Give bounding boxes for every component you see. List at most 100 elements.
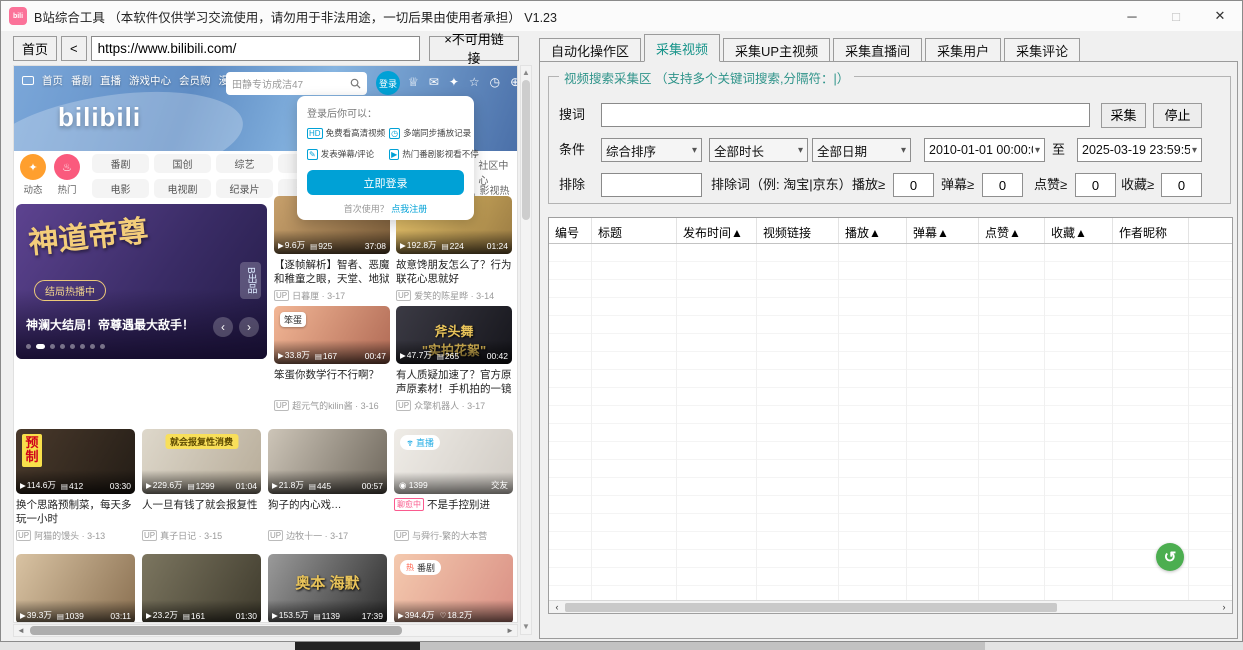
video-card[interactable]: ▶21.8万▤44500:57 狗子的内心戏… UP边牧十一 · 3-17 (268, 429, 387, 542)
col-extra[interactable] (1189, 218, 1233, 243)
creator-icon[interactable]: ⊕ (510, 75, 518, 89)
favorites-icon[interactable]: ☆ (469, 75, 480, 89)
tab-collect-comments[interactable]: 采集评论 (1004, 38, 1080, 62)
bilibili-logo[interactable]: bilibili (58, 102, 141, 133)
thumbnail-overlay-text: 奥本 海默 (268, 572, 387, 593)
invalid-link-button[interactable]: ×不可用链接 (429, 36, 519, 61)
sort-order-select[interactable]: 综合排序▾ (601, 138, 702, 162)
col-plays[interactable]: 播放▲ (839, 218, 907, 243)
table-horizontal-scrollbar[interactable]: ‹ › (549, 600, 1232, 613)
results-table: 编号 标题 发布时间▲ 视频链接 播放▲ 弹幕▲ 点赞▲ 收藏▲ 作者昵称 (548, 217, 1233, 614)
nav-game-center[interactable]: 游戏中心 (129, 73, 171, 88)
play-threshold-input[interactable] (893, 173, 934, 197)
tab-automation[interactable]: 自动化操作区 (539, 38, 641, 62)
tab-collect-up-videos[interactable]: 采集UP主视频 (723, 38, 830, 62)
nav-vip-shop[interactable]: 会员购 (179, 73, 211, 88)
col-index[interactable]: 编号 (549, 218, 592, 243)
scroll-up-arrow[interactable]: ▲ (521, 67, 531, 79)
video-card[interactable]: 预制 ▶114.6万▤41203:30 换个思路预制菜，每天多玩一小时 UP阿猫… (16, 429, 135, 542)
play-threshold-label: 播放≥ (852, 173, 885, 197)
play-count-icon: ▶ (278, 241, 284, 250)
keyword-input[interactable] (601, 103, 1090, 127)
carousel-next-button[interactable]: › (239, 317, 259, 337)
video-card[interactable]: 奥本 海默 ▶153.5万▤113917:39 (268, 554, 387, 623)
horizontal-scroll-thumb[interactable] (565, 603, 1057, 612)
maximize-button[interactable]: □ (1154, 1, 1198, 31)
video-uploader: UP超元气的kilin酱 · 3-16 (274, 399, 390, 412)
video-card[interactable]: 就会报复性消费 ▶229.6万▤129901:04 人一旦有钱了就会报复性消费 … (142, 429, 261, 542)
video-title: 换个思路预制菜，每天多玩一小时 (16, 498, 135, 526)
nav-live[interactable]: 直播 (100, 73, 121, 88)
nav-bangumi[interactable]: 番剧 (71, 73, 92, 88)
horizontal-scroll-thumb[interactable] (30, 626, 402, 635)
scroll-down-arrow[interactable]: ▼ (521, 621, 531, 633)
vip-icon[interactable]: ♕ (408, 75, 419, 89)
video-card[interactable]: 热番剧 ▶394.4万♡18.2万 (394, 554, 513, 623)
dynamic-icon[interactable]: ✦ (449, 75, 459, 89)
category-pill[interactable]: 番剧 (92, 154, 149, 173)
col-title[interactable]: 标题 (592, 218, 677, 243)
video-card[interactable]: ▶23.2万▤16101:30 (142, 554, 261, 623)
carousel-banner[interactable]: 神道帝尊 结局热播中 B出品 神澜大结局！帝尊遇最大敌手！ ‹ › (16, 204, 267, 359)
date-range-select[interactable]: 全部日期▾ (812, 138, 911, 162)
dynamic-feed-icon[interactable]: ✦ (20, 154, 46, 180)
live-icon (406, 439, 414, 447)
login-avatar-button[interactable]: 登录 (376, 71, 400, 95)
back-button[interactable]: < (61, 36, 87, 61)
exclude-input[interactable] (601, 173, 702, 197)
tab-collect-live[interactable]: 采集直播间 (833, 38, 922, 62)
date-from-picker[interactable]: 2010-01-01 00:00:0▾ (924, 138, 1045, 162)
scroll-left-arrow[interactable]: ◄ (14, 626, 28, 635)
scroll-right-arrow[interactable]: ► (503, 626, 517, 635)
date-to-picker[interactable]: 2025-03-19 23:59:5▾ (1077, 138, 1202, 162)
bili-search-box[interactable]: 田静专访成洁47 (226, 72, 367, 95)
col-danmaku[interactable]: 弹幕▲ (907, 218, 979, 243)
history-icon[interactable]: ◷ (490, 75, 500, 89)
scroll-right-arrow[interactable]: › (1216, 602, 1232, 612)
hot-feed-icon[interactable]: ♨ (54, 154, 80, 180)
col-publish-time[interactable]: 发布时间▲ (677, 218, 757, 243)
nav-home[interactable]: 首页 (42, 73, 63, 88)
carousel-nav: ‹ › (213, 317, 259, 337)
col-video-link[interactable]: 视频链接 (757, 218, 839, 243)
live-card[interactable]: 直播 ◉ 1399交友 聊愈中不是手控别进 UP与舜行-繁的大本营 (394, 429, 513, 542)
favorite-threshold-input[interactable] (1161, 173, 1202, 197)
danmaku-threshold-input[interactable] (982, 173, 1023, 197)
message-icon[interactable]: ✉ (429, 75, 439, 89)
refresh-button[interactable]: ↺ (1156, 543, 1184, 571)
login-now-button[interactable]: 立即登录 (307, 170, 464, 195)
url-input[interactable] (91, 36, 420, 61)
tab-collect-users[interactable]: 采集用户 (925, 38, 1001, 62)
collect-button[interactable]: 采集 (1101, 103, 1146, 128)
window-title: B站综合工具 （本软件仅供学习交流使用，请勿用于非法用途，一切后果由使用者承担）… (34, 7, 557, 26)
category-pill[interactable]: 电视剧 (154, 179, 211, 198)
register-link[interactable]: 点我注册 (391, 204, 427, 214)
groupbox-title: 视频搜索采集区 （支持多个关键词搜索,分隔符：|） (559, 68, 854, 87)
col-author[interactable]: 作者昵称 (1113, 218, 1189, 243)
browser-vertical-scrollbar[interactable]: ▲ ▼ (520, 65, 532, 635)
thumbnail-label: 就会报复性消费 (165, 434, 238, 449)
home-button[interactable]: 首页 (13, 36, 57, 61)
category-pill[interactable]: 纪录片 (216, 179, 273, 198)
duration-select[interactable]: 全部时长▾ (709, 138, 808, 162)
video-card[interactable]: ▶39.3万▤103903:11 (16, 554, 135, 623)
minimize-button[interactable]: ─ (1110, 1, 1154, 31)
close-button[interactable]: ✕ (1198, 1, 1242, 31)
video-card[interactable]: 笨蛋 ▶33.8万▤16700:47 笨蛋你数学行不行啊？ UP超元气的kili… (274, 306, 390, 412)
like-threshold-input[interactable] (1075, 173, 1116, 197)
col-favorites[interactable]: 收藏▲ (1045, 218, 1113, 243)
tab-collect-video[interactable]: 采集视频 (644, 34, 720, 62)
col-likes[interactable]: 点赞▲ (979, 218, 1045, 243)
video-title: 人一旦有钱了就会报复性消费 (142, 498, 261, 513)
category-pill[interactable]: 国创 (154, 154, 211, 173)
browser-horizontal-scrollbar[interactable]: ◄ ► (13, 624, 518, 637)
video-card[interactable]: 斧头舞 "实拍花絮" ▶47.7万▤26500:42 有人质疑加速了？官方原声原… (396, 306, 512, 412)
carousel-prev-button[interactable]: ‹ (213, 317, 233, 337)
category-pill[interactable]: 综艺 (216, 154, 273, 173)
play-count-icon: ▶ (272, 481, 278, 490)
stop-button[interactable]: 停止 (1153, 103, 1202, 128)
bili-search-input[interactable]: 田静专访成洁47 (232, 76, 350, 91)
vertical-scroll-thumb[interactable] (522, 80, 530, 220)
scroll-left-arrow[interactable]: ‹ (549, 602, 565, 612)
category-pill[interactable]: 电影 (92, 179, 149, 198)
